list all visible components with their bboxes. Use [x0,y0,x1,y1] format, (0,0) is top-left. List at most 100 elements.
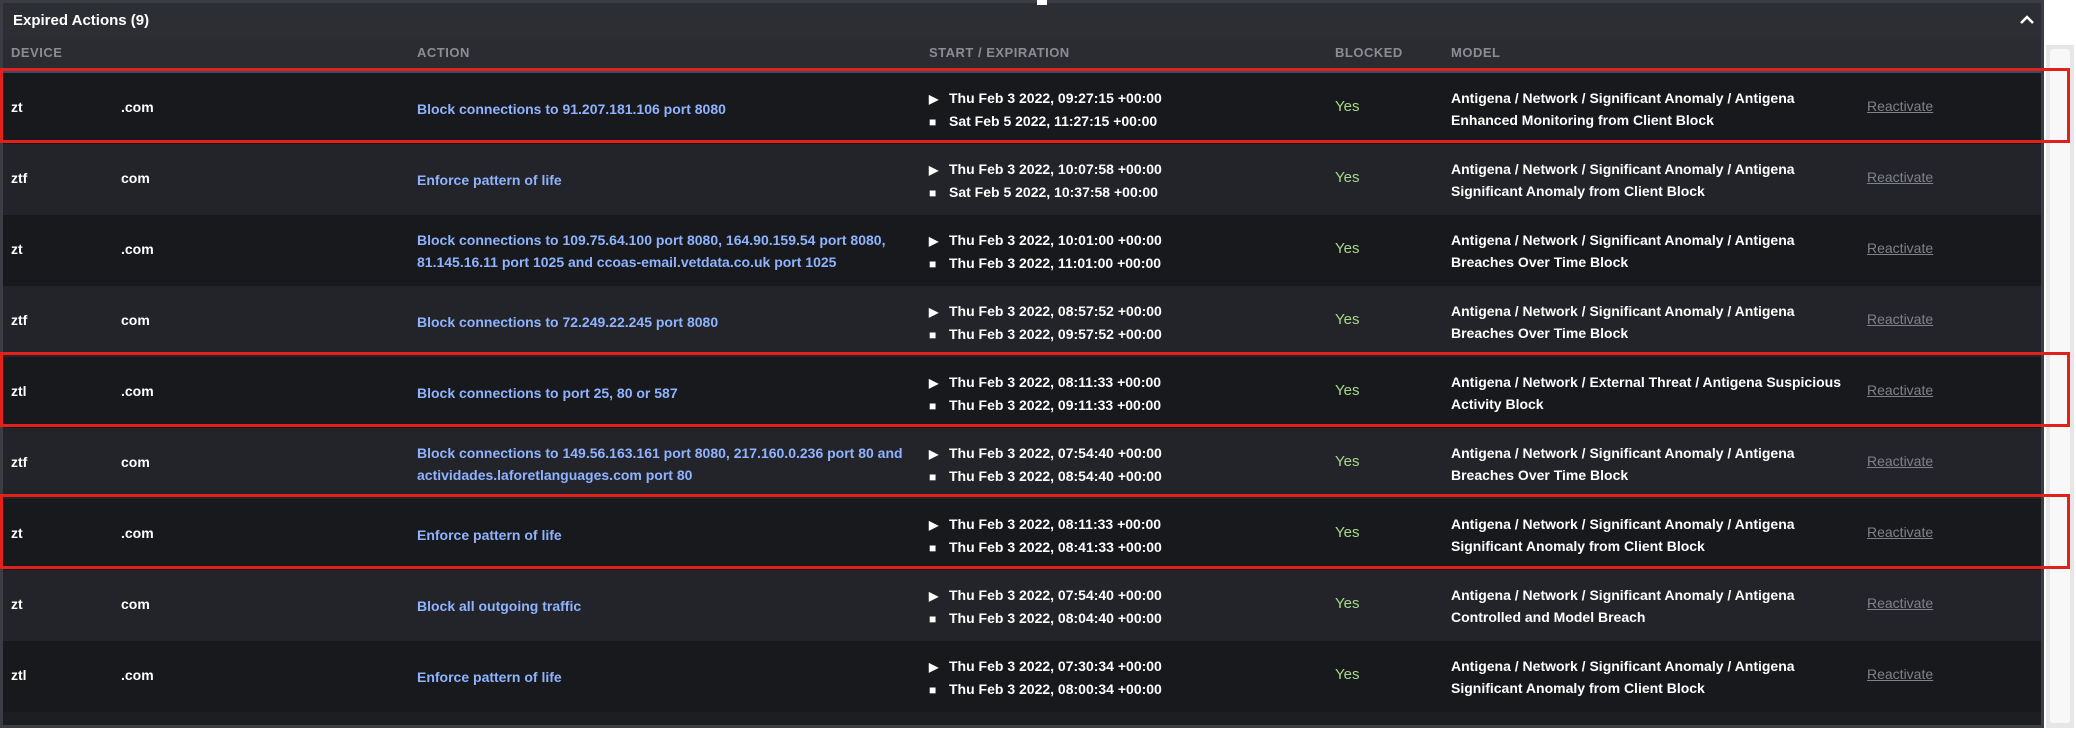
reactivate-button[interactable]: Reactivate [1867,666,1933,682]
reactivate-button[interactable]: Reactivate [1867,382,1933,398]
start-time-line: ▶ Thu Feb 3 2022, 10:07:58 +00:00 [929,158,1162,181]
model-name[interactable]: Antigena / Network / External Threat / A… [1451,371,1851,415]
reactivate-button[interactable]: Reactivate [1867,524,1933,540]
start-time: Thu Feb 3 2022, 09:27:15 +00:00 [949,90,1162,106]
table-row: zt com Block all outgoing traffic ▶ Thu F… [3,570,2041,641]
reactivate-button[interactable]: Reactivate [1867,169,1933,185]
action-link[interactable]: Enforce pattern of life [417,169,927,191]
table-row: ztl .com Block connections to port 25, 8… [3,357,2041,428]
play-icon: ▶ [929,92,939,106]
table-row: ztl .com Enforce pattern of life ▶ Thu Fe… [3,641,2041,712]
device-name-suffix[interactable]: com [121,596,150,612]
expiration-time-line: ■ Thu Feb 3 2022, 09:11:33 +00:00 [929,394,1161,417]
start-time: Thu Feb 3 2022, 08:57:52 +00:00 [949,303,1162,319]
stop-icon: ■ [929,399,937,413]
table-row: ztf com Enforce pattern of life ▶ Thu Feb… [3,144,2041,215]
expiration-time: Thu Feb 3 2022, 08:54:40 +00:00 [949,468,1162,484]
device-name-suffix[interactable]: .com [121,241,154,257]
expiration-time: Thu Feb 3 2022, 09:11:33 +00:00 [949,397,1162,413]
blocked-status: Yes [1335,524,1360,541]
device-name-prefix[interactable]: zt [11,99,23,115]
table-row: ztf com Block connections to 149.56.163.… [3,428,2041,499]
play-icon: ▶ [929,447,939,461]
device-name-prefix[interactable]: zt [11,241,23,257]
start-time-line: ▶ Thu Feb 3 2022, 08:11:33 +00:00 [929,371,1161,394]
column-header-time[interactable]: START / EXPIRATION [929,45,1070,60]
device-name-prefix[interactable]: ztl [11,667,27,683]
play-icon: ▶ [929,518,939,532]
blocked-status: Yes [1335,311,1360,328]
vertical-scrollbar[interactable] [2046,45,2074,728]
column-header-device[interactable]: DEVICE [11,45,62,60]
resize-handle-top[interactable] [1037,0,1047,5]
model-name[interactable]: Antigena / Network / Significant Anomaly… [1451,158,1851,202]
action-link[interactable]: Block connections to 149.56.163.161 port… [417,442,927,486]
device-name-suffix[interactable]: com [121,454,150,470]
start-expiration: ▶ Thu Feb 3 2022, 07:54:40 +00:00 ■ Thu Fe… [929,442,1162,488]
chevron-up-icon[interactable] [2018,11,2036,29]
action-link[interactable]: Block all outgoing traffic [417,595,927,617]
play-icon: ▶ [929,305,939,319]
start-time-line: ▶ Thu Feb 3 2022, 10:01:00 +00:00 [929,229,1162,252]
column-header-blocked[interactable]: BLOCKED [1335,45,1403,60]
expiration-time: Sat Feb 5 2022, 11:27:15 +00:00 [949,113,1158,129]
model-name[interactable]: Antigena / Network / Significant Anomaly… [1451,513,1851,557]
scrollbar-thumb[interactable] [2050,49,2070,723]
panel-header[interactable]: Expired Actions (9) [3,3,2041,39]
column-header-row: DEVICE ACTION START / EXPIRATION BLOCKED… [3,39,2041,73]
reactivate-button[interactable]: Reactivate [1867,595,1933,611]
action-link[interactable]: Block connections to port 25, 80 or 587 [417,382,927,404]
expiration-time-line: ■ Sat Feb 5 2022, 10:37:58 +00:00 [929,181,1162,204]
action-link[interactable]: Block connections to 91.207.181.106 port… [417,98,927,120]
model-name[interactable]: Antigena / Network / Significant Anomaly… [1451,87,1851,131]
device-name-suffix[interactable]: .com [121,99,154,115]
action-link[interactable]: Enforce pattern of life [417,666,927,688]
model-name[interactable]: Antigena / Network / Significant Anomaly… [1451,442,1851,486]
start-expiration: ▶ Thu Feb 3 2022, 07:30:34 +00:00 ■ Thu Fe… [929,655,1162,701]
expiration-time-line: ■ Thu Feb 3 2022, 08:04:40 +00:00 [929,607,1162,630]
device-name-suffix[interactable]: .com [121,667,154,683]
stop-icon: ■ [929,612,937,626]
reactivate-button[interactable]: Reactivate [1867,311,1933,327]
expiration-time-line: ■ Thu Feb 3 2022, 11:01:00 +00:00 [929,252,1162,275]
device-name-prefix[interactable]: ztl [11,383,27,399]
model-name[interactable]: Antigena / Network / Significant Anomaly… [1451,229,1851,273]
action-link[interactable]: Enforce pattern of life [417,524,927,546]
start-time-line: ▶ Thu Feb 3 2022, 08:57:52 +00:00 [929,300,1162,323]
device-name-suffix[interactable]: com [121,170,150,186]
device-name-suffix[interactable]: .com [121,525,154,541]
start-time: Thu Feb 3 2022, 10:01:00 +00:00 [949,232,1162,248]
start-expiration: ▶ Thu Feb 3 2022, 10:01:00 +00:00 ■ Thu Fe… [929,229,1162,275]
model-name[interactable]: Antigena / Network / Significant Anomaly… [1451,584,1851,628]
device-name-suffix[interactable]: .com [121,383,154,399]
expiration-time-line: ■ Thu Feb 3 2022, 08:54:40 +00:00 [929,465,1162,488]
device-name-prefix[interactable]: ztf [11,454,27,470]
expiration-time: Thu Feb 3 2022, 09:57:52 +00:00 [949,326,1162,342]
reactivate-button[interactable]: Reactivate [1867,98,1933,114]
reactivate-button[interactable]: Reactivate [1867,453,1933,469]
device-name-prefix[interactable]: zt [11,525,23,541]
start-expiration: ▶ Thu Feb 3 2022, 08:57:52 +00:00 ■ Thu Fe… [929,300,1162,346]
table-row: zt .com Enforce pattern of life ▶ Thu Feb… [3,499,2041,570]
column-header-action[interactable]: ACTION [417,45,470,60]
expiration-time: Sat Feb 5 2022, 10:37:58 +00:00 [949,184,1158,200]
device-name-suffix[interactable]: com [121,312,150,328]
expired-actions-panel: Expired Actions (9) DEVICE ACTION START … [0,0,2044,728]
device-name-prefix[interactable]: ztf [11,170,27,186]
expiration-time-line: ■ Sat Feb 5 2022, 11:27:15 +00:00 [929,110,1162,133]
action-link[interactable]: Block connections to 72.249.22.245 port … [417,311,927,333]
model-name[interactable]: Antigena / Network / Significant Anomaly… [1451,300,1851,344]
table-row: zt .com Block connections to 91.207.181.… [3,73,2041,144]
blocked-status: Yes [1335,98,1360,115]
column-header-model[interactable]: MODEL [1451,45,1500,60]
action-link[interactable]: Block connections to 109.75.64.100 port … [417,229,927,273]
model-name[interactable]: Antigena / Network / Significant Anomaly… [1451,655,1851,699]
stop-icon: ■ [929,470,937,484]
expiration-time-line: ■ Thu Feb 3 2022, 09:57:52 +00:00 [929,323,1162,346]
device-name-prefix[interactable]: ztf [11,312,27,328]
reactivate-button[interactable]: Reactivate [1867,240,1933,256]
panel-title: Expired Actions (9) [13,12,150,29]
expiration-time-line: ■ Thu Feb 3 2022, 08:00:34 +00:00 [929,678,1162,701]
device-name-prefix[interactable]: zt [11,596,23,612]
blocked-status: Yes [1335,453,1360,470]
